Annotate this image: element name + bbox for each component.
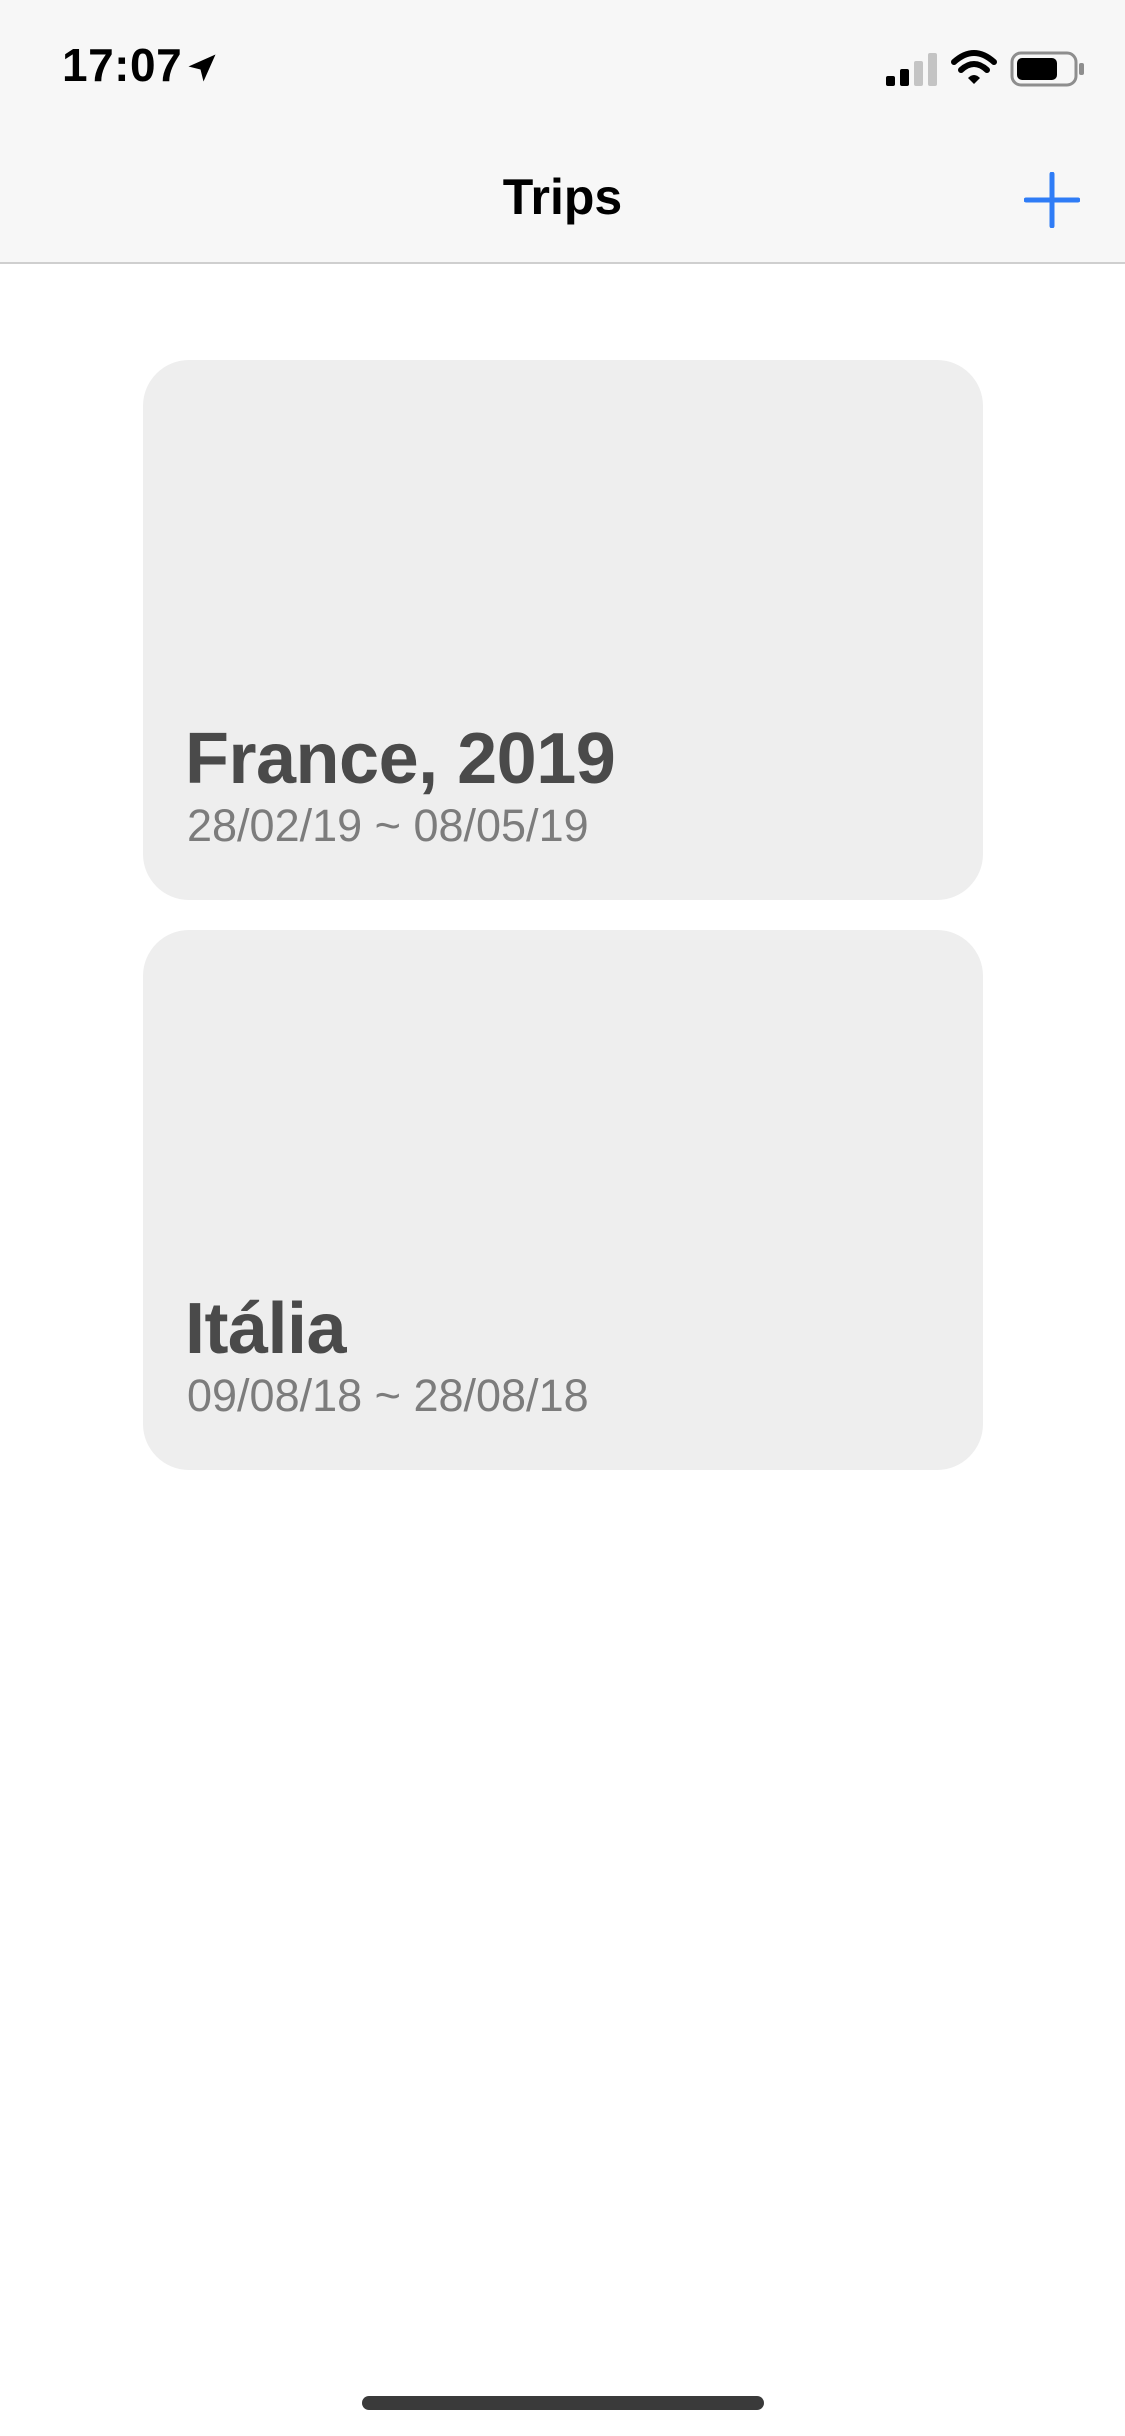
- trip-card-france-2019[interactable]: France, 2019 28/02/19 ~ 08/05/19: [143, 360, 983, 900]
- plus-icon: [1024, 172, 1080, 228]
- add-trip-button[interactable]: [1016, 164, 1088, 236]
- home-indicator[interactable]: [362, 2396, 764, 2410]
- trips-screen: 17:07 Trips France, 2019 28/02/19 ~ 08/0…: [0, 0, 1125, 2436]
- navigation-bar: 17:07 Trips: [0, 0, 1125, 264]
- page-title: Trips: [502, 169, 623, 225]
- trip-title: France, 2019: [185, 719, 616, 799]
- battery-icon: [1010, 51, 1084, 87]
- trip-dates: 09/08/18 ~ 28/08/18: [187, 1370, 589, 1421]
- trip-dates: 28/02/19 ~ 08/05/19: [187, 800, 589, 851]
- trip-card-italia[interactable]: Itália 09/08/18 ~ 28/08/18: [143, 930, 983, 1470]
- status-time: 17:07: [62, 39, 183, 91]
- cellular-signal-icon: [886, 53, 937, 86]
- wifi-icon: [951, 50, 997, 84]
- trip-title: Itália: [185, 1289, 347, 1369]
- trip-list: France, 2019 28/02/19 ~ 08/05/19 Itália …: [143, 360, 983, 1500]
- location-arrow-icon: [188, 54, 216, 82]
